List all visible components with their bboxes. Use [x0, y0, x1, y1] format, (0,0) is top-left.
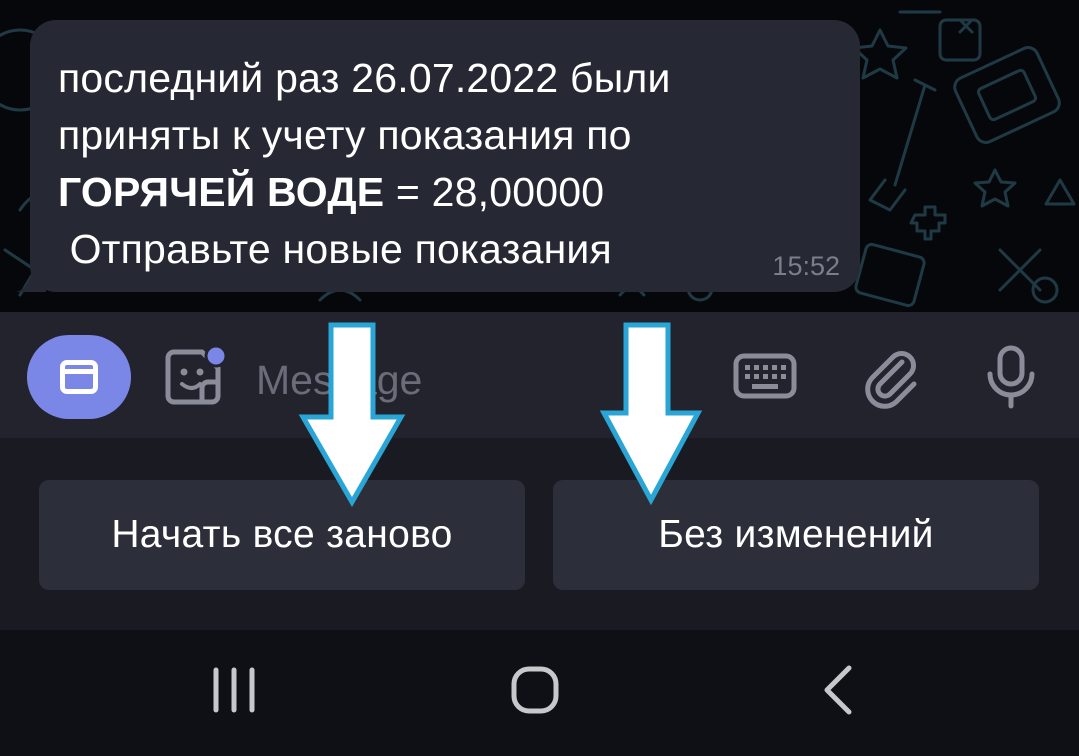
message-line-3-value: = 28,00000	[384, 169, 605, 215]
message-line-2: приняты к учету показания по	[58, 112, 632, 158]
reply-button-start-over[interactable]: Начать все заново	[39, 480, 525, 590]
message-line-3-bold: ГОРЯЧЕЙ ВОДЕ	[58, 169, 385, 215]
back-button[interactable]	[803, 660, 873, 720]
sticker-icon	[165, 344, 228, 405]
recent-apps-button[interactable]	[199, 660, 269, 720]
sticker-button[interactable]	[160, 344, 228, 410]
reply-button-no-changes[interactable]: Без изменений	[553, 480, 1039, 590]
bot-keyboard-toggle-button[interactable]	[27, 335, 131, 419]
bot-keyboard-icon	[60, 360, 98, 394]
voice-message-button[interactable]	[978, 344, 1044, 410]
message-timestamp: 15:52	[772, 251, 840, 281]
keyboard-icon	[733, 353, 797, 399]
microphone-icon	[987, 345, 1035, 409]
paperclip-icon	[865, 351, 917, 409]
message-line-4: Отправьте новые показания	[58, 226, 612, 272]
back-icon	[824, 665, 852, 715]
incoming-message-bubble[interactable]: последний раз 26.07.2022 были приняты к …	[30, 20, 860, 292]
bubble-tail	[16, 262, 46, 292]
recent-apps-icon	[213, 667, 255, 713]
keyboard-button[interactable]	[732, 344, 798, 410]
attach-button[interactable]	[858, 344, 924, 410]
message-input[interactable]	[256, 352, 696, 408]
new-stickers-dot	[204, 344, 228, 368]
message-line-1: последний раз 26.07.2022 были	[58, 55, 671, 101]
home-icon	[511, 666, 559, 714]
home-button[interactable]	[500, 660, 570, 720]
message-text: последний раз 26.07.2022 были приняты к …	[58, 50, 832, 278]
